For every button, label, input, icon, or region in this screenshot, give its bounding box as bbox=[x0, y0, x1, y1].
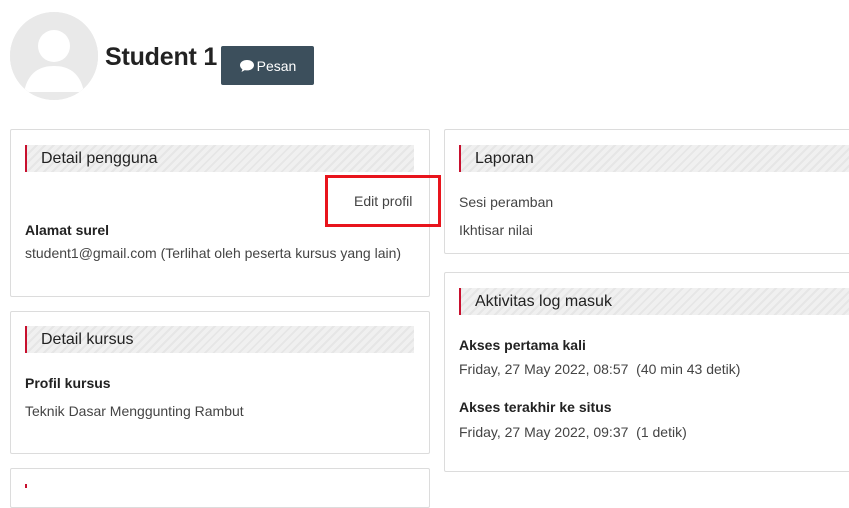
message-button[interactable]: Pesan bbox=[221, 46, 314, 85]
course-link[interactable]: Teknik Dasar Menggunting Rambut bbox=[25, 403, 244, 419]
course-profile-label: Profil kursus bbox=[25, 375, 111, 391]
user-details-title: Detail pengguna bbox=[41, 149, 158, 167]
user-fullname: Student 1 bbox=[105, 43, 218, 71]
course-details-title: Detail kursus bbox=[41, 330, 134, 348]
user-avatar-icon bbox=[10, 12, 98, 100]
course-details-header: Detail kursus bbox=[25, 326, 414, 353]
speech-bubble-icon bbox=[239, 59, 254, 72]
message-button-label: Pesan bbox=[256, 57, 297, 74]
reports-title: Laporan bbox=[475, 149, 534, 167]
report-item-grades-overview[interactable]: Ikhtisar nilai bbox=[459, 222, 533, 238]
user-details-header: Detail pengguna bbox=[25, 145, 414, 172]
email-label: Alamat surel bbox=[25, 222, 110, 238]
partial-card-accent bbox=[25, 484, 27, 488]
email-value: student1@gmail.com (Terlihat oleh pesert… bbox=[25, 245, 402, 261]
login-activity-title: Aktivitas log masuk bbox=[475, 292, 612, 310]
avatar bbox=[10, 12, 98, 100]
first-access-value: Friday, 27 May 2022, 08:57 (40 min 43 de… bbox=[459, 361, 741, 377]
reports-header: Laporan bbox=[459, 145, 849, 172]
highlight-box bbox=[325, 175, 441, 227]
partial-card bbox=[10, 468, 430, 508]
last-access-value: Friday, 27 May 2022, 09:37 (1 detik) bbox=[459, 424, 687, 440]
first-access-label: Akses pertama kali bbox=[459, 337, 586, 353]
report-item-browser-sessions[interactable]: Sesi peramban bbox=[459, 194, 553, 210]
last-access-label: Akses terakhir ke situs bbox=[459, 399, 612, 415]
login-activity-header: Aktivitas log masuk bbox=[459, 288, 849, 315]
